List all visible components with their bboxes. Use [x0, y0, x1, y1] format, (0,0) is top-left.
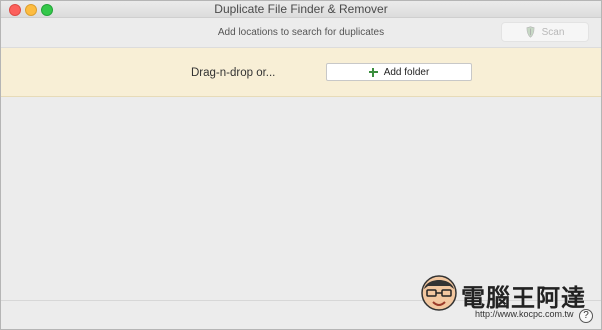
add-folder-label: Add folder — [383, 66, 430, 78]
locations-list-area[interactable] — [1, 97, 601, 300]
drag-drop-prompt: Drag-n-drop or... — [191, 67, 276, 79]
scan-shield-icon — [526, 26, 536, 39]
window-title: Duplicate File Finder & Remover — [214, 2, 388, 16]
help-icon[interactable]: ? — [579, 309, 593, 323]
title-bar[interactable]: Duplicate File Finder & Remover — [1, 1, 601, 18]
plus-icon — [368, 67, 378, 77]
toolbar: Add locations to search for duplicates S… — [1, 18, 601, 48]
drop-zone-banner[interactable]: Drag-n-drop or... Add folder — [1, 48, 601, 97]
scan-button[interactable]: Scan — [501, 22, 589, 42]
status-bar: ? — [1, 300, 601, 329]
scan-button-label: Scan — [541, 26, 565, 38]
add-folder-button[interactable]: Add folder — [326, 63, 472, 81]
app-window: Duplicate File Finder & Remover Add loca… — [0, 0, 602, 330]
